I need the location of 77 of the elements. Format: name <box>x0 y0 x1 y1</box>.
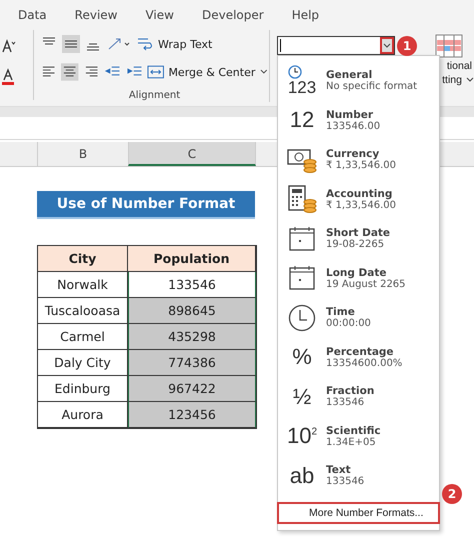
format-option[interactable]: Short Date 19-08-2265 <box>278 219 439 258</box>
format-option[interactable]: ab Text 133546 <box>278 456 439 496</box>
number-format-field[interactable] <box>277 36 395 55</box>
table-cell: 898645 <box>128 298 256 324</box>
font-size-icon[interactable] <box>2 38 16 54</box>
clock-icon <box>288 65 302 80</box>
column-header[interactable]: C <box>128 142 256 166</box>
ribbon-tab[interactable]: View <box>145 8 174 22</box>
table-cell: Norwalk <box>38 272 128 298</box>
format-name: Text <box>326 464 352 476</box>
table-cell: 774386 <box>128 350 256 376</box>
format-example: No specific format <box>326 81 418 92</box>
conditional-formatting-icon[interactable] <box>435 34 463 58</box>
format-name: General <box>326 69 372 82</box>
format-example: 133546 <box>326 397 366 408</box>
format-glyph: 12 <box>290 107 314 134</box>
merge-center-icon <box>147 63 164 81</box>
format-example: ₹ 1,33,546.00 <box>326 200 396 211</box>
caret-icon[interactable] <box>259 68 270 76</box>
format-name: Time <box>326 306 356 318</box>
sheet-title: Use of Number Format <box>37 191 255 219</box>
ribbon-tab[interactable]: Developer <box>202 8 264 22</box>
format-option[interactable]: 12 Number 133546.00 <box>278 100 439 140</box>
wrap-text-button[interactable]: Wrap Text <box>158 38 212 50</box>
format-example: 13354600.00% <box>326 358 402 369</box>
calendar-icon <box>289 265 315 292</box>
calculator-coins-icon <box>287 185 317 214</box>
header-cell: City <box>38 246 128 272</box>
more-number-formats-link[interactable]: More Number Formats... <box>277 502 440 524</box>
format-glyph: ½ <box>292 384 312 410</box>
table-cell: 967422 <box>128 376 256 402</box>
format-name: Scientific <box>326 424 381 437</box>
format-name: Currency <box>326 148 380 160</box>
format-option[interactable]: Currency ₹ 1,33,546.00 <box>278 140 439 180</box>
ribbon-tab[interactable]: Review <box>74 8 118 22</box>
format-glyph: ab <box>290 462 314 489</box>
middle-align-icon[interactable] <box>62 35 80 53</box>
font-color-icon[interactable] <box>2 68 16 86</box>
format-name: Short Date <box>326 227 390 240</box>
caret-icon <box>383 42 391 48</box>
format-name: Accounting <box>326 188 394 200</box>
format-name: Long Date <box>326 266 388 279</box>
format-option[interactable]: ½ Fraction 133546 <box>278 377 439 416</box>
banknote-coins-icon <box>287 146 317 173</box>
format-example: 1.34E+05 <box>326 436 377 448</box>
format-name: Percentage <box>326 346 395 358</box>
ribbon-tab[interactable]: Data <box>18 8 47 22</box>
align-center-icon[interactable] <box>61 63 79 81</box>
clock-icon <box>288 304 316 332</box>
caret-icon[interactable] <box>466 77 474 83</box>
group-label: Alignment <box>128 90 182 101</box>
format-example: 133546.00 <box>326 120 380 132</box>
dropdown-button[interactable] <box>380 37 394 54</box>
format-name: Number <box>326 108 374 121</box>
format-option[interactable]: % Percentage 13354600.00% <box>278 338 439 377</box>
format-example: 133546 <box>326 476 364 488</box>
format-example: 19 August 2265 <box>326 278 406 290</box>
conditional-formatting-label[interactable]: tting <box>442 74 464 86</box>
format-option[interactable]: Accounting ₹ 1,33,546.00 <box>278 180 439 219</box>
conditional-formatting-label[interactable]: tional <box>446 60 474 72</box>
format-glyph: 123 <box>288 79 316 96</box>
merge-center-button[interactable]: Merge & Center <box>168 66 256 78</box>
format-option[interactable]: 10$^{2}$ Scientific 1.34E+05 <box>278 416 439 456</box>
header-cell: Population <box>128 246 256 272</box>
format-example: 00:00:00 <box>326 318 371 330</box>
calendar-icon <box>289 226 315 252</box>
format-option[interactable]: Long Date 19 August 2265 <box>278 258 439 298</box>
step-badge: 2 <box>442 484 462 504</box>
format-glyph: 10$^{2}$ <box>286 423 318 450</box>
format-example: 19-08-2265 <box>326 239 386 250</box>
table-cell: 123456 <box>128 402 256 428</box>
format-glyph: % <box>292 344 312 370</box>
table-cell: 435298 <box>128 324 256 350</box>
format-example: ₹ 1,33,546.00 <box>326 160 396 172</box>
format-option[interactable]: Time 00:00:00 <box>278 298 439 338</box>
format-name: Fraction <box>326 385 374 398</box>
ribbon-tab[interactable]: Help <box>292 8 320 22</box>
